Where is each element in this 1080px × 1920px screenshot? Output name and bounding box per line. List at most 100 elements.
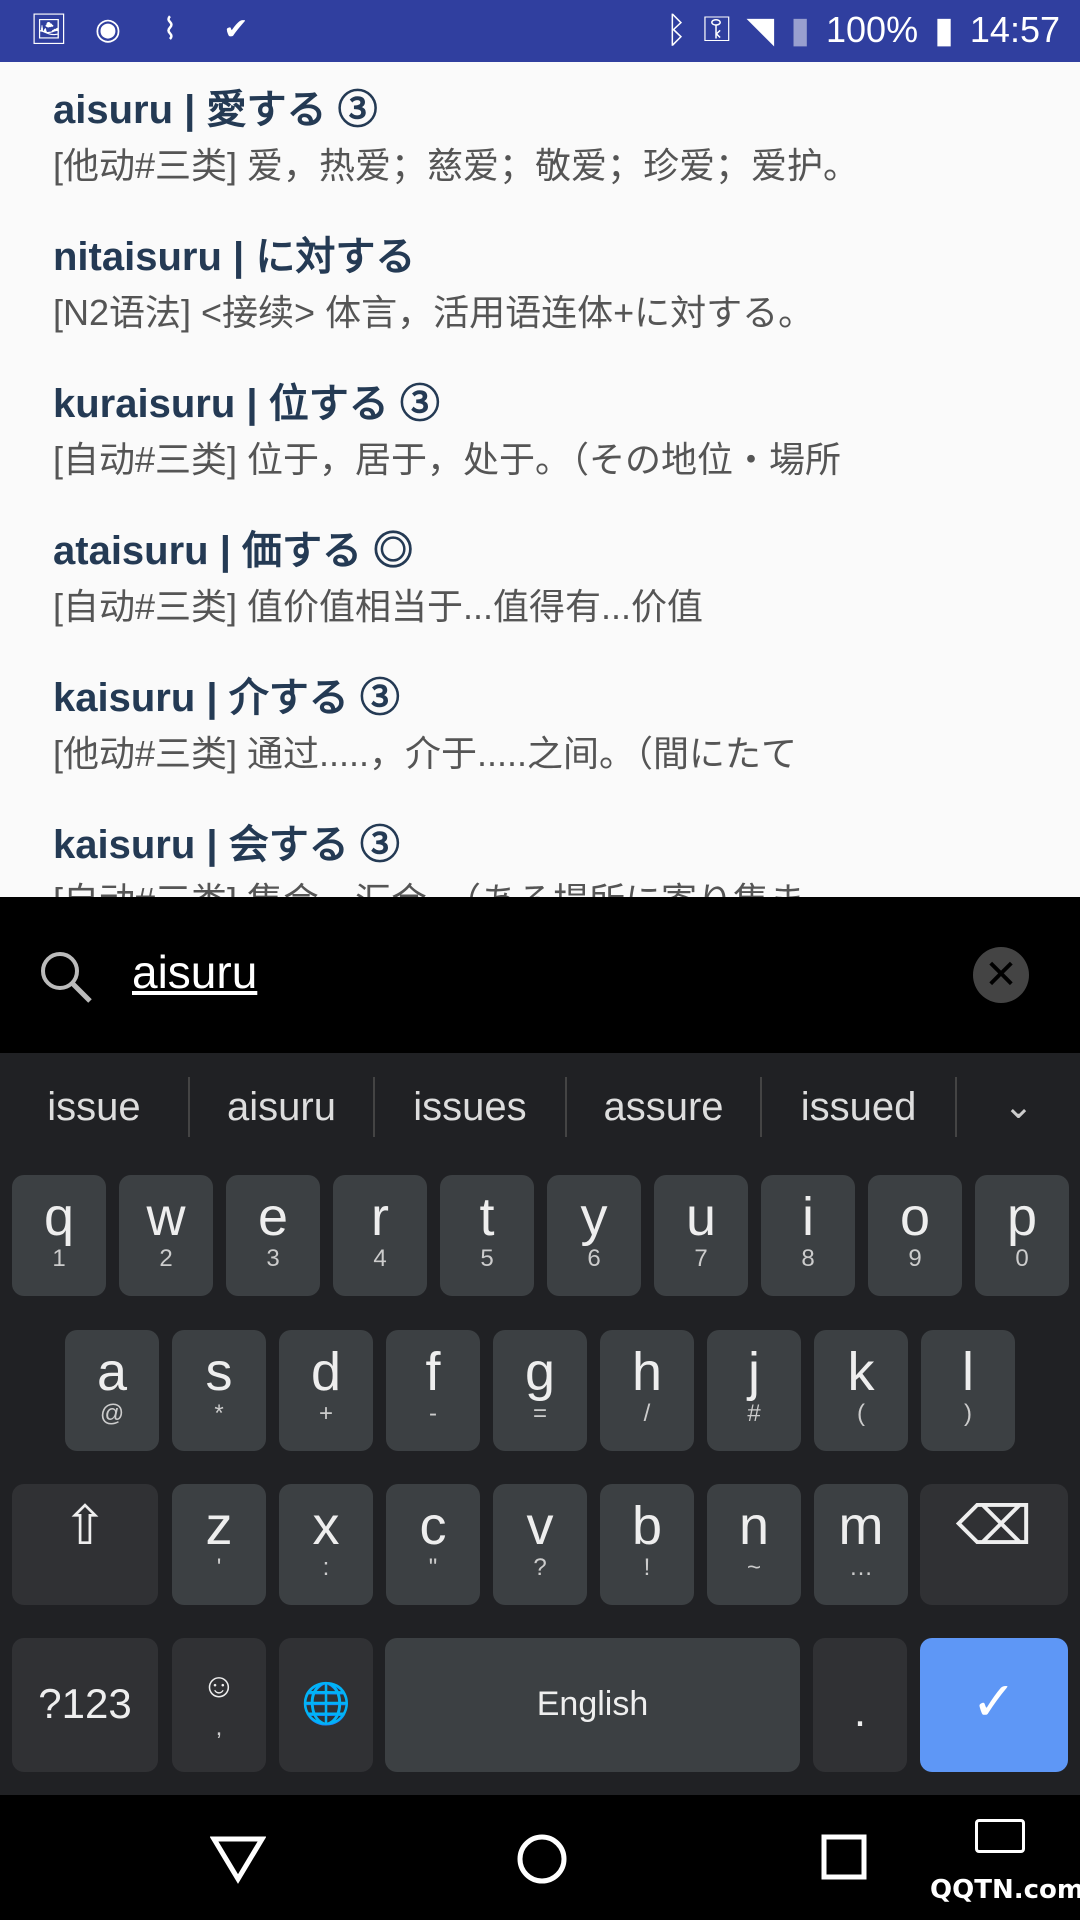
list-item[interactable]: ataisuru | 価する ◎ [自动#三类] 值价值相当于...值得有...价… (53, 521, 1073, 633)
key-r[interactable]: r4 (333, 1175, 427, 1296)
key-label: n (738, 1496, 770, 1556)
key-label: b (631, 1496, 663, 1556)
list-item[interactable]: kuraisuru | 位する ③ [自动#三类] 位于，居于，处于。（その地位・… (53, 374, 1073, 486)
search-icon (41, 952, 92, 1003)
suggestion[interactable]: issue (0, 1076, 190, 1137)
result-list[interactable]: aisuru | 愛する ③ [他动#三类] 爱，热爱；慈爱；敬爱；珍爱；爱护。 … (0, 62, 1080, 897)
key-i[interactable]: i8 (761, 1175, 855, 1296)
key-u[interactable]: u7 (654, 1175, 748, 1296)
entry-title: kaisuru | 会する ③ (53, 823, 400, 867)
key-sublabel: 4 (373, 1245, 387, 1272)
key-sublabel: … (849, 1554, 873, 1581)
key-sublabel: - (429, 1400, 437, 1427)
suggestion[interactable]: issued (762, 1076, 957, 1137)
key-label: i (802, 1187, 814, 1247)
entry-title: ataisuru | 価する ◎ (53, 529, 414, 573)
clear-search-button[interactable]: ✕ (973, 947, 1029, 1003)
key-j[interactable]: j # (707, 1330, 801, 1451)
period-key[interactable]: . (813, 1638, 907, 1772)
key-sublabel: : (322, 1554, 330, 1581)
entry-title: kuraisuru | 位する ③ (53, 382, 440, 426)
key-o[interactable]: o9 (868, 1175, 962, 1296)
keyboard-switch-icon[interactable] (975, 1819, 1025, 1853)
enter-key[interactable]: ✓ (920, 1638, 1068, 1772)
symbols-key[interactable]: ?123 (12, 1638, 158, 1772)
key-label: k (847, 1342, 875, 1402)
shift-key[interactable]: ⇧ (12, 1484, 158, 1605)
key-s[interactable]: s * (172, 1330, 266, 1451)
circle-icon: ◉ (94, 12, 122, 47)
home-icon[interactable] (514, 1831, 570, 1887)
key-h[interactable]: h / (600, 1330, 694, 1451)
suggestion-strip: issue aisuru issues assure issued ⌄ (0, 1053, 1080, 1160)
key-sublabel: ( (857, 1400, 865, 1427)
key-sublabel: 8 (801, 1245, 815, 1272)
key-label: a (96, 1342, 128, 1402)
key-l[interactable]: l) (921, 1330, 1015, 1451)
list-item[interactable]: kaisuru | 介する ③ [他动#三类] 通过.....，介于.....之间… (53, 668, 1073, 780)
key-sublabel: 6 (587, 1245, 601, 1272)
entry-desc: [他动#三类] 爱，热爱；慈爱；敬爱；珍爱；爱护。 (53, 145, 860, 186)
key-sublabel: 7 (694, 1245, 708, 1272)
emoji-key[interactable]: ☺, (172, 1638, 266, 1772)
recents-icon[interactable] (820, 1833, 870, 1883)
key-label: g (524, 1342, 556, 1402)
key-label: ⌫ (955, 1496, 1033, 1556)
list-item[interactable]: kaisuru | 会する ③ [自动#三类] 集会，汇合。（ある場所に寄り集ま (53, 815, 1073, 897)
language-key[interactable]: 🌐 (279, 1638, 373, 1772)
key-label: u (685, 1187, 717, 1247)
entry-desc: [N2语法] <接续> 体言，活用语连体+に対する。 (53, 292, 815, 333)
key-t[interactable]: t5 (440, 1175, 534, 1296)
key-w[interactable]: w2 (119, 1175, 213, 1296)
key-sublabel: 2 (159, 1245, 173, 1272)
search-bar: aisuru ✕ (0, 897, 1080, 1053)
key-b[interactable]: b! (600, 1484, 694, 1605)
list-item[interactable]: aisuru | 愛する ③ [他动#三类] 爱，热爱；慈爱；敬爱；珍爱；爱护。 (53, 80, 1073, 192)
key-label: l (962, 1342, 974, 1402)
key-g[interactable]: g = (493, 1330, 587, 1451)
key-label: o (899, 1187, 931, 1247)
key-sublabel: " (428, 1554, 438, 1581)
clock: 14:57 (969, 8, 1060, 50)
key-label: ☺ (201, 1667, 237, 1705)
search-input[interactable]: aisuru (132, 945, 257, 999)
key-q[interactable]: q1 (12, 1175, 106, 1296)
key-n[interactable]: n ~ (707, 1484, 801, 1605)
backspace-key[interactable]: ⌫ (920, 1484, 1068, 1605)
key-label: h (631, 1342, 663, 1402)
key-label: e (257, 1187, 289, 1247)
list-item[interactable]: nitaisuru | に対する [N2语法] <接续> 体言，活用语连体+に対す… (53, 227, 1073, 339)
key-e[interactable]: e3 (226, 1175, 320, 1296)
suggestion[interactable]: assure (567, 1076, 762, 1137)
key-sublabel: 5 (480, 1245, 494, 1272)
key-f[interactable]: f- (386, 1330, 480, 1451)
key-x[interactable]: x: (279, 1484, 373, 1605)
entry-desc: [自动#三类] 位于，居于，处于。（その地位・場所 (53, 439, 842, 480)
key-k[interactable]: k( (814, 1330, 908, 1451)
key-label: f (425, 1342, 441, 1402)
suggestion[interactable]: issues (375, 1076, 567, 1137)
key-a[interactable]: a @ (65, 1330, 159, 1451)
key-sublabel: 0 (1015, 1245, 1029, 1272)
key-label: p (1006, 1187, 1038, 1247)
space-key[interactable]: English (385, 1638, 800, 1772)
key-v[interactable]: v? (493, 1484, 587, 1605)
key-sublabel: 3 (266, 1245, 280, 1272)
key-z[interactable]: z ' (172, 1484, 266, 1605)
wifi-off-icon: ◥ (746, 8, 775, 50)
key-p[interactable]: p0 (975, 1175, 1069, 1296)
key-label: v (526, 1496, 554, 1556)
key-c[interactable]: c " (386, 1484, 480, 1605)
battery-charging-icon: ▮ (934, 8, 954, 50)
image-icon: 🖼 (30, 12, 69, 47)
back-icon[interactable] (210, 1835, 266, 1885)
suggestion[interactable]: aisuru (190, 1076, 375, 1137)
key-m[interactable]: m… (814, 1484, 908, 1605)
key-label: j (748, 1342, 760, 1402)
key-y[interactable]: y6 (547, 1175, 641, 1296)
key-sublabel: * (214, 1400, 224, 1427)
key-d[interactable]: d + (279, 1330, 373, 1451)
chevron-down-icon[interactable]: ⌄ (957, 1086, 1080, 1127)
key-label: ?123 (38, 1680, 132, 1727)
activity-icon: ⌇ (162, 12, 178, 47)
